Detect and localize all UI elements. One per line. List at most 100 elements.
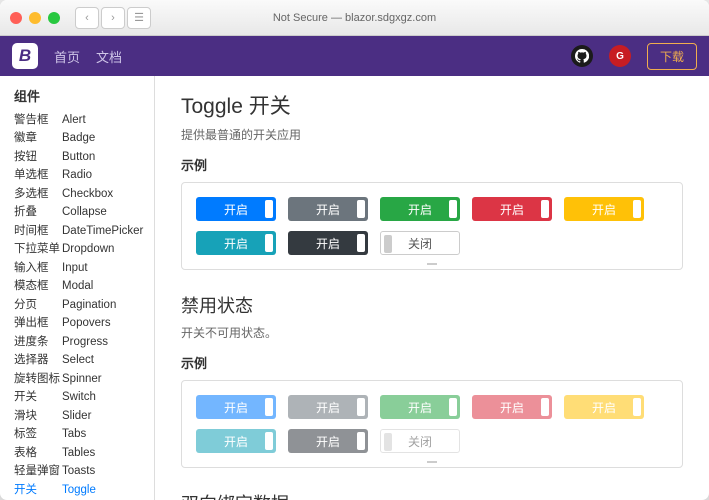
sidebar-item-label-en: DateTimePicker bbox=[62, 226, 143, 238]
toggle-knob bbox=[541, 200, 549, 218]
toggle-label: 开启 bbox=[316, 399, 340, 416]
toggle-secondary[interactable]: 开启 bbox=[288, 197, 368, 221]
toggle-primary[interactable]: 开启 bbox=[196, 197, 276, 221]
sidebar-item-toasts[interactable]: 轻量弹窗Toasts bbox=[14, 463, 154, 482]
sidebar-item-label-en: Slider bbox=[62, 411, 91, 423]
toggle-dark[interactable]: 开启 bbox=[288, 231, 368, 255]
toggle-off[interactable]: 关闭 bbox=[380, 231, 460, 255]
page-title: Toggle 开关 bbox=[181, 90, 683, 120]
toggle-warning[interactable]: 开启 bbox=[564, 197, 644, 221]
forward-button[interactable]: › bbox=[101, 7, 125, 29]
sidebar-item-label-en: Input bbox=[62, 263, 88, 275]
toggle-label: 开启 bbox=[500, 201, 524, 218]
browser-titlebar: ‹ › ☰ Not Secure — blazor.sdgxgz.com bbox=[0, 0, 709, 36]
sidebar-item-progress[interactable]: 进度条Progress bbox=[14, 333, 154, 352]
sidebar-item-label-en: Dropdown bbox=[62, 244, 114, 256]
address-bar[interactable]: Not Secure — blazor.sdgxgz.com bbox=[273, 12, 436, 24]
example-card-2: 开启开启开启开启开启开启开启关闭 bbox=[181, 380, 683, 468]
sidebar-toggle-button[interactable]: ☰ bbox=[127, 7, 151, 29]
sidebar-item-label-cn: 折叠 bbox=[14, 207, 62, 219]
toggle-label: 开启 bbox=[316, 201, 340, 218]
close-window-button[interactable] bbox=[10, 12, 22, 24]
sidebar-item-slider[interactable]: 滑块Slider bbox=[14, 407, 154, 426]
nav-home[interactable]: 首页 bbox=[54, 47, 80, 66]
sidebar-item-tables[interactable]: 表格Tables bbox=[14, 444, 154, 463]
sidebar-item-radio[interactable]: 单选框Radio bbox=[14, 167, 154, 186]
toggle-knob bbox=[449, 200, 457, 218]
sidebar-item-modal[interactable]: 模态框Modal bbox=[14, 278, 154, 297]
sidebar-item-switch[interactable]: 开关Switch bbox=[14, 389, 154, 408]
toggle-knob bbox=[265, 200, 273, 218]
sidebar-item-popovers[interactable]: 弹出框Popovers bbox=[14, 315, 154, 334]
section-disabled-desc: 开关不可用状态。 bbox=[181, 324, 683, 341]
sidebar-item-input[interactable]: 输入框Input bbox=[14, 259, 154, 278]
sidebar-item-badge[interactable]: 徽章Badge bbox=[14, 130, 154, 149]
sidebar-item-label-cn: 徽章 bbox=[14, 133, 62, 145]
sidebar-item-label-en: Button bbox=[62, 152, 95, 164]
sidebar: 组件 警告框Alert徽章Badge按钮Button单选框Radio多选框Che… bbox=[0, 76, 155, 500]
minimize-window-button[interactable] bbox=[29, 12, 41, 24]
toggle-info[interactable]: 开启 bbox=[196, 231, 276, 255]
sidebar-item-label-en: Checkbox bbox=[62, 189, 113, 201]
toggle-label: 开启 bbox=[592, 201, 616, 218]
sidebar-item-label-cn: 多选框 bbox=[14, 189, 62, 201]
toggle-label: 关闭 bbox=[408, 433, 432, 450]
example-card-1: 开启开启开启开启开启开启开启关闭 bbox=[181, 182, 683, 270]
sidebar-item-collapse[interactable]: 折叠Collapse bbox=[14, 204, 154, 223]
toggle-knob bbox=[541, 398, 549, 416]
sidebar-item-datetimepicker[interactable]: 时间框DateTimePicker bbox=[14, 222, 154, 241]
example-heading-1: 示例 bbox=[181, 155, 683, 174]
sidebar-item-tabs[interactable]: 标签Tabs bbox=[14, 426, 154, 445]
example-heading-2: 示例 bbox=[181, 353, 683, 372]
back-button[interactable]: ‹ bbox=[75, 7, 99, 29]
toggle-knob bbox=[384, 235, 392, 253]
sidebar-item-label-en: Modal bbox=[62, 281, 93, 293]
sidebar-item-label-en: Switch bbox=[62, 392, 96, 404]
sidebar-item-label-en: Collapse bbox=[62, 207, 107, 219]
sidebar-item-pagination[interactable]: 分页Pagination bbox=[14, 296, 154, 315]
sidebar-item-label-cn: 时间框 bbox=[14, 226, 62, 238]
toggle-label: 关闭 bbox=[408, 235, 432, 252]
sidebar-item-label-en: Toggle bbox=[62, 485, 96, 497]
sidebar-item-toggle[interactable]: 开关Toggle bbox=[14, 481, 154, 500]
sidebar-item-alert[interactable]: 警告框Alert bbox=[14, 111, 154, 130]
traffic-lights bbox=[10, 12, 60, 24]
toggle-success: 开启 bbox=[380, 395, 460, 419]
sidebar-item-label-cn: 选择器 bbox=[14, 355, 62, 367]
sidebar-item-dropdown[interactable]: 下拉菜单Dropdown bbox=[14, 241, 154, 260]
sidebar-item-label-cn: 分页 bbox=[14, 300, 62, 312]
sidebar-item-label-cn: 输入框 bbox=[14, 263, 62, 275]
toggle-knob bbox=[265, 234, 273, 252]
github-icon[interactable] bbox=[571, 45, 593, 67]
toggle-knob bbox=[357, 398, 365, 416]
toggle-label: 开启 bbox=[316, 433, 340, 450]
sidebar-item-label-cn: 轻量弹窗 bbox=[14, 466, 62, 478]
sidebar-item-label-cn: 单选框 bbox=[14, 170, 62, 182]
download-button[interactable]: 下载 bbox=[647, 43, 697, 70]
nav-docs[interactable]: 文档 bbox=[96, 47, 122, 66]
sidebar-item-label-en: Popovers bbox=[62, 318, 111, 330]
sidebar-item-select[interactable]: 选择器Select bbox=[14, 352, 154, 371]
sidebar-item-spinner[interactable]: 旋转图标Spinner bbox=[14, 370, 154, 389]
sidebar-item-label-cn: 表格 bbox=[14, 448, 62, 460]
sidebar-item-label-cn: 弹出框 bbox=[14, 318, 62, 330]
main-content: Toggle 开关 提供最普通的开关应用 示例 开启开启开启开启开启开启开启关闭… bbox=[155, 76, 709, 500]
sidebar-item-label-en: Toasts bbox=[62, 466, 95, 478]
sidebar-item-label-cn: 开关 bbox=[14, 392, 62, 404]
gitee-icon[interactable]: G bbox=[609, 45, 631, 67]
sidebar-item-label-cn: 进度条 bbox=[14, 337, 62, 349]
toggle-knob bbox=[357, 432, 365, 450]
toggle-danger[interactable]: 开启 bbox=[472, 197, 552, 221]
toggle-primary: 开启 bbox=[196, 395, 276, 419]
sidebar-item-label-cn: 下拉菜单 bbox=[14, 244, 62, 256]
maximize-window-button[interactable] bbox=[48, 12, 60, 24]
toggle-success[interactable]: 开启 bbox=[380, 197, 460, 221]
toggle-danger: 开启 bbox=[472, 395, 552, 419]
toggle-label: 开启 bbox=[224, 433, 248, 450]
toggle-knob bbox=[265, 432, 273, 450]
logo[interactable]: B bbox=[12, 43, 38, 69]
toggle-label: 开启 bbox=[408, 399, 432, 416]
sidebar-item-button[interactable]: 按钮Button bbox=[14, 148, 154, 167]
sidebar-item-checkbox[interactable]: 多选框Checkbox bbox=[14, 185, 154, 204]
toggle-knob bbox=[265, 398, 273, 416]
